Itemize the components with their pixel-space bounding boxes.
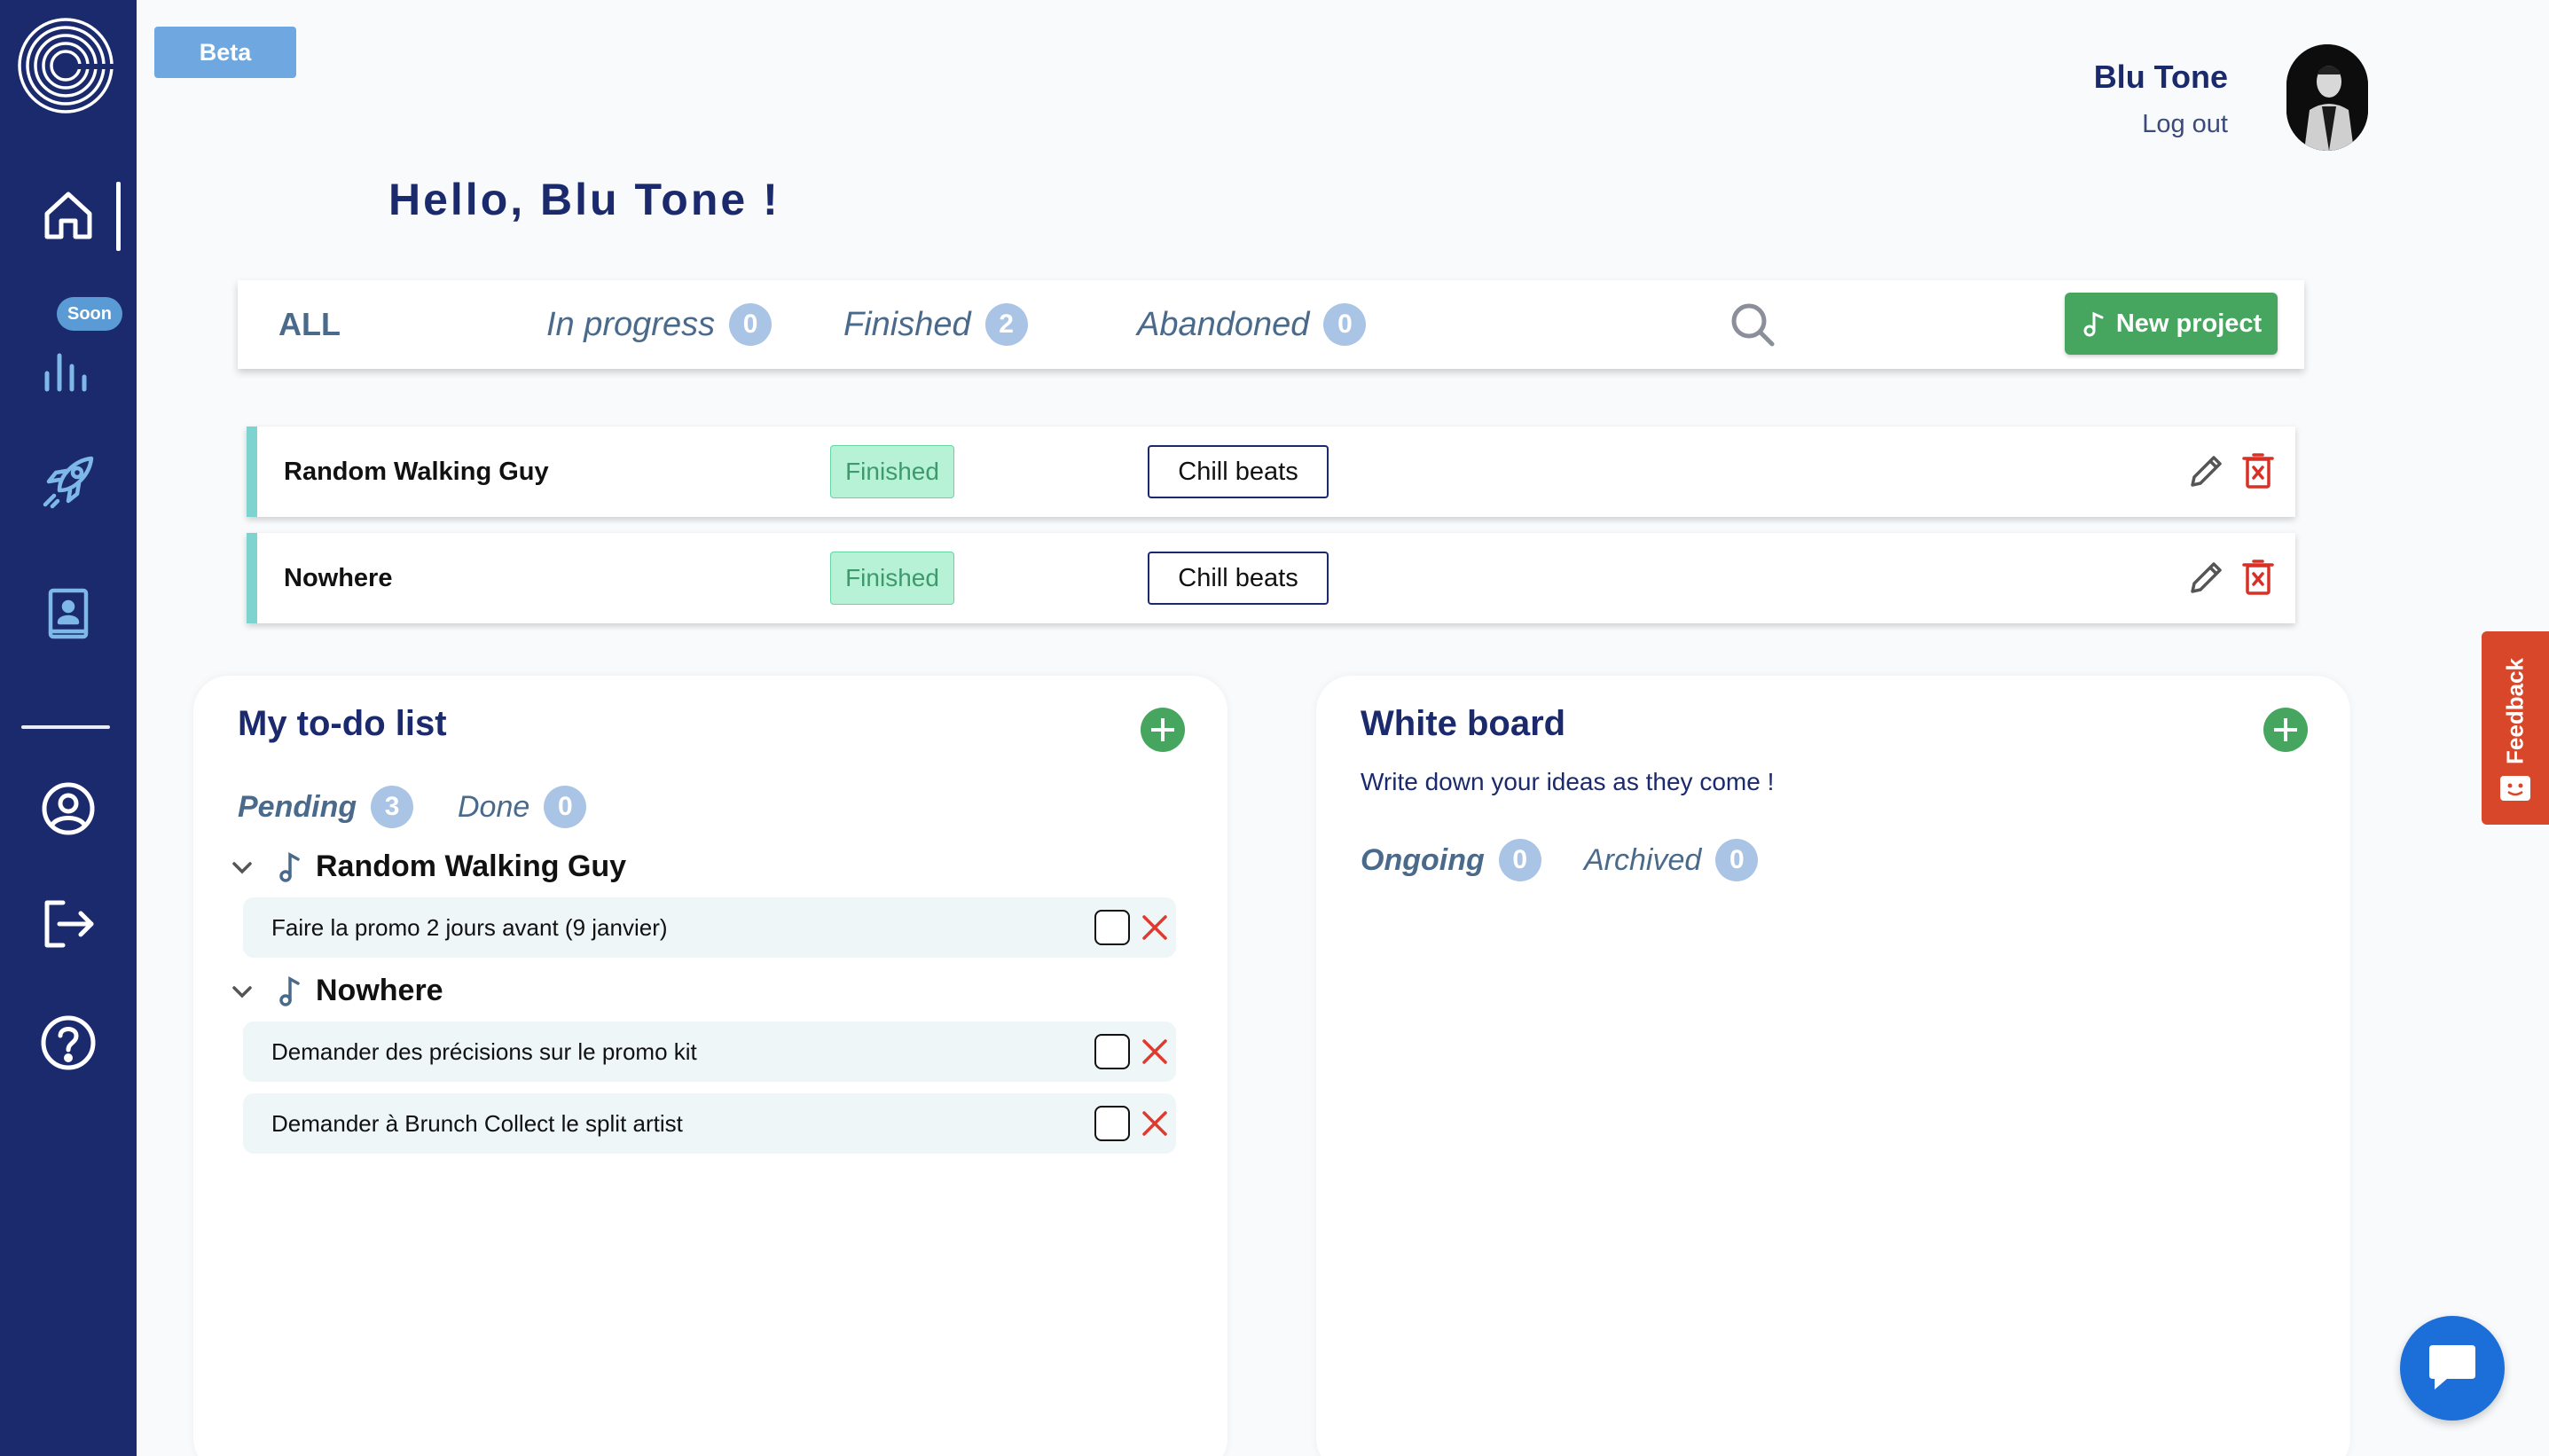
music-note-icon bbox=[279, 851, 300, 882]
todo-item: Demander des précisions sur le promo kit bbox=[243, 1022, 1176, 1082]
genre-badge: Chill beats bbox=[1148, 445, 1329, 498]
filter-abandoned-label: Abandoned bbox=[1137, 305, 1310, 343]
tab-ongoing-count: 0 bbox=[1498, 839, 1541, 881]
delete-icon[interactable] bbox=[2240, 451, 2276, 490]
project-name[interactable]: Random Walking Guy bbox=[284, 427, 549, 517]
tab-pending-count: 3 bbox=[371, 786, 414, 828]
nav-logout[interactable] bbox=[0, 880, 137, 968]
home-icon bbox=[44, 192, 92, 239]
todo-title: My to-do list bbox=[238, 704, 447, 743]
close-icon[interactable] bbox=[1139, 1036, 1171, 1068]
edit-icon[interactable] bbox=[2187, 558, 2226, 597]
todo-group-title: Random Walking Guy bbox=[316, 849, 627, 883]
nav-contacts[interactable] bbox=[0, 569, 137, 658]
todo-item: Faire la promo 2 jours avant (9 janvier) bbox=[243, 897, 1176, 958]
todo-group-header: Nowhere bbox=[229, 974, 443, 1008]
filter-abandoned-count: 0 bbox=[1323, 303, 1367, 346]
beta-badge: Beta bbox=[154, 27, 296, 78]
music-note-icon bbox=[279, 975, 300, 1006]
help-icon bbox=[41, 1015, 96, 1070]
edit-icon[interactable] bbox=[2187, 451, 2226, 490]
logo-icon[interactable] bbox=[16, 16, 115, 115]
chevron-down-icon[interactable] bbox=[229, 854, 255, 881]
logout-icon bbox=[44, 900, 94, 948]
whiteboard-card: White board Write down your ideas as the… bbox=[1316, 676, 2350, 1456]
todo-item-text: Demander des précisions sur le promo kit bbox=[271, 1037, 697, 1065]
active-indicator bbox=[116, 182, 121, 251]
tab-archived-count: 0 bbox=[1715, 839, 1759, 881]
todo-checkbox[interactable] bbox=[1094, 910, 1130, 945]
sidebar-divider bbox=[21, 725, 110, 729]
profile-icon bbox=[42, 782, 95, 835]
add-idea-button[interactable] bbox=[2263, 708, 2308, 752]
new-project-button[interactable]: New project bbox=[2065, 293, 2278, 355]
logout-link[interactable]: Log out bbox=[2142, 110, 2228, 139]
project-name[interactable]: Nowhere bbox=[284, 533, 392, 623]
feedback-tab[interactable]: Feedback bbox=[2482, 631, 2549, 825]
avatar-image bbox=[2286, 44, 2368, 151]
add-todo-button[interactable] bbox=[1141, 708, 1185, 752]
smiley-icon bbox=[2500, 776, 2530, 801]
chat-icon bbox=[2429, 1345, 2475, 1389]
close-icon[interactable] bbox=[1139, 1108, 1171, 1139]
close-icon[interactable] bbox=[1139, 912, 1171, 943]
tab-done-label: Done bbox=[458, 789, 530, 824]
todo-checkbox[interactable] bbox=[1094, 1034, 1130, 1069]
whiteboard-subtitle: Write down your ideas as they come ! bbox=[1361, 768, 1775, 795]
tab-done-count: 0 bbox=[544, 786, 587, 828]
todo-card: My to-do list Pending 3 Done 0 Random Wa… bbox=[193, 676, 1227, 1456]
new-project-label: New project bbox=[2115, 309, 2263, 338]
user-name: Blu Tone bbox=[2093, 59, 2228, 95]
sidebar: Soon bbox=[0, 0, 137, 1456]
filter-finished-count: 2 bbox=[984, 303, 1028, 346]
genre-badge: Chill beats bbox=[1148, 552, 1329, 605]
music-note-icon bbox=[2083, 311, 2104, 337]
status-badge: Finished bbox=[830, 552, 954, 605]
delete-icon[interactable] bbox=[2240, 558, 2276, 597]
tab-archived-label: Archived bbox=[1584, 842, 1702, 877]
project-row[interactable]: Random Walking Guy Finished Chill beats bbox=[247, 427, 2295, 517]
tab-ongoing[interactable]: Ongoing 0 bbox=[1361, 839, 1541, 881]
nav-profile[interactable] bbox=[0, 764, 137, 853]
filter-all-label: ALL bbox=[278, 306, 341, 342]
filter-abandoned[interactable]: Abandoned 0 bbox=[1137, 280, 1367, 369]
filter-all[interactable]: ALL bbox=[278, 280, 341, 369]
greeting-title: Hello, Blu Tone ! bbox=[388, 175, 780, 224]
chat-button[interactable] bbox=[2400, 1316, 2505, 1421]
tab-archived[interactable]: Archived 0 bbox=[1584, 839, 1759, 881]
nav-help[interactable] bbox=[0, 998, 137, 1087]
nav-rocket[interactable] bbox=[0, 437, 137, 526]
tab-pending-label: Pending bbox=[238, 789, 357, 824]
todo-item: Demander à Brunch Collect le split artis… bbox=[243, 1093, 1176, 1154]
todo-group-title: Nowhere bbox=[316, 974, 443, 1007]
tab-ongoing-label: Ongoing bbox=[1361, 842, 1485, 877]
feedback-label: Feedback bbox=[2501, 658, 2529, 764]
status-badge: Finished bbox=[830, 445, 954, 498]
contacts-icon bbox=[48, 588, 89, 639]
stats-icon bbox=[44, 353, 87, 392]
whiteboard-title: White board bbox=[1361, 704, 1566, 743]
nav-stats[interactable] bbox=[0, 324, 137, 412]
todo-checkbox[interactable] bbox=[1094, 1106, 1130, 1141]
filter-finished-label: Finished bbox=[843, 305, 971, 343]
rocket-icon bbox=[43, 456, 94, 509]
filter-in-progress-label: In progress bbox=[546, 305, 716, 343]
avatar[interactable] bbox=[2286, 44, 2368, 151]
filter-bar: ALL In progress 0 Finished 2 Abandoned 0… bbox=[238, 280, 2304, 369]
filter-in-progress-count: 0 bbox=[729, 303, 773, 346]
todo-item-text: Faire la promo 2 jours avant (9 janvier) bbox=[271, 913, 668, 941]
todo-group-header: Random Walking Guy bbox=[229, 849, 626, 884]
todo-item-text: Demander à Brunch Collect le split artis… bbox=[271, 1109, 683, 1137]
tab-pending[interactable]: Pending 3 bbox=[238, 786, 414, 828]
filter-in-progress[interactable]: In progress 0 bbox=[546, 280, 773, 369]
search-icon[interactable] bbox=[1728, 300, 1777, 349]
project-row[interactable]: Nowhere Finished Chill beats bbox=[247, 533, 2295, 623]
chevron-down-icon[interactable] bbox=[229, 978, 255, 1005]
filter-finished[interactable]: Finished 2 bbox=[843, 280, 1028, 369]
tab-done[interactable]: Done 0 bbox=[458, 786, 587, 828]
